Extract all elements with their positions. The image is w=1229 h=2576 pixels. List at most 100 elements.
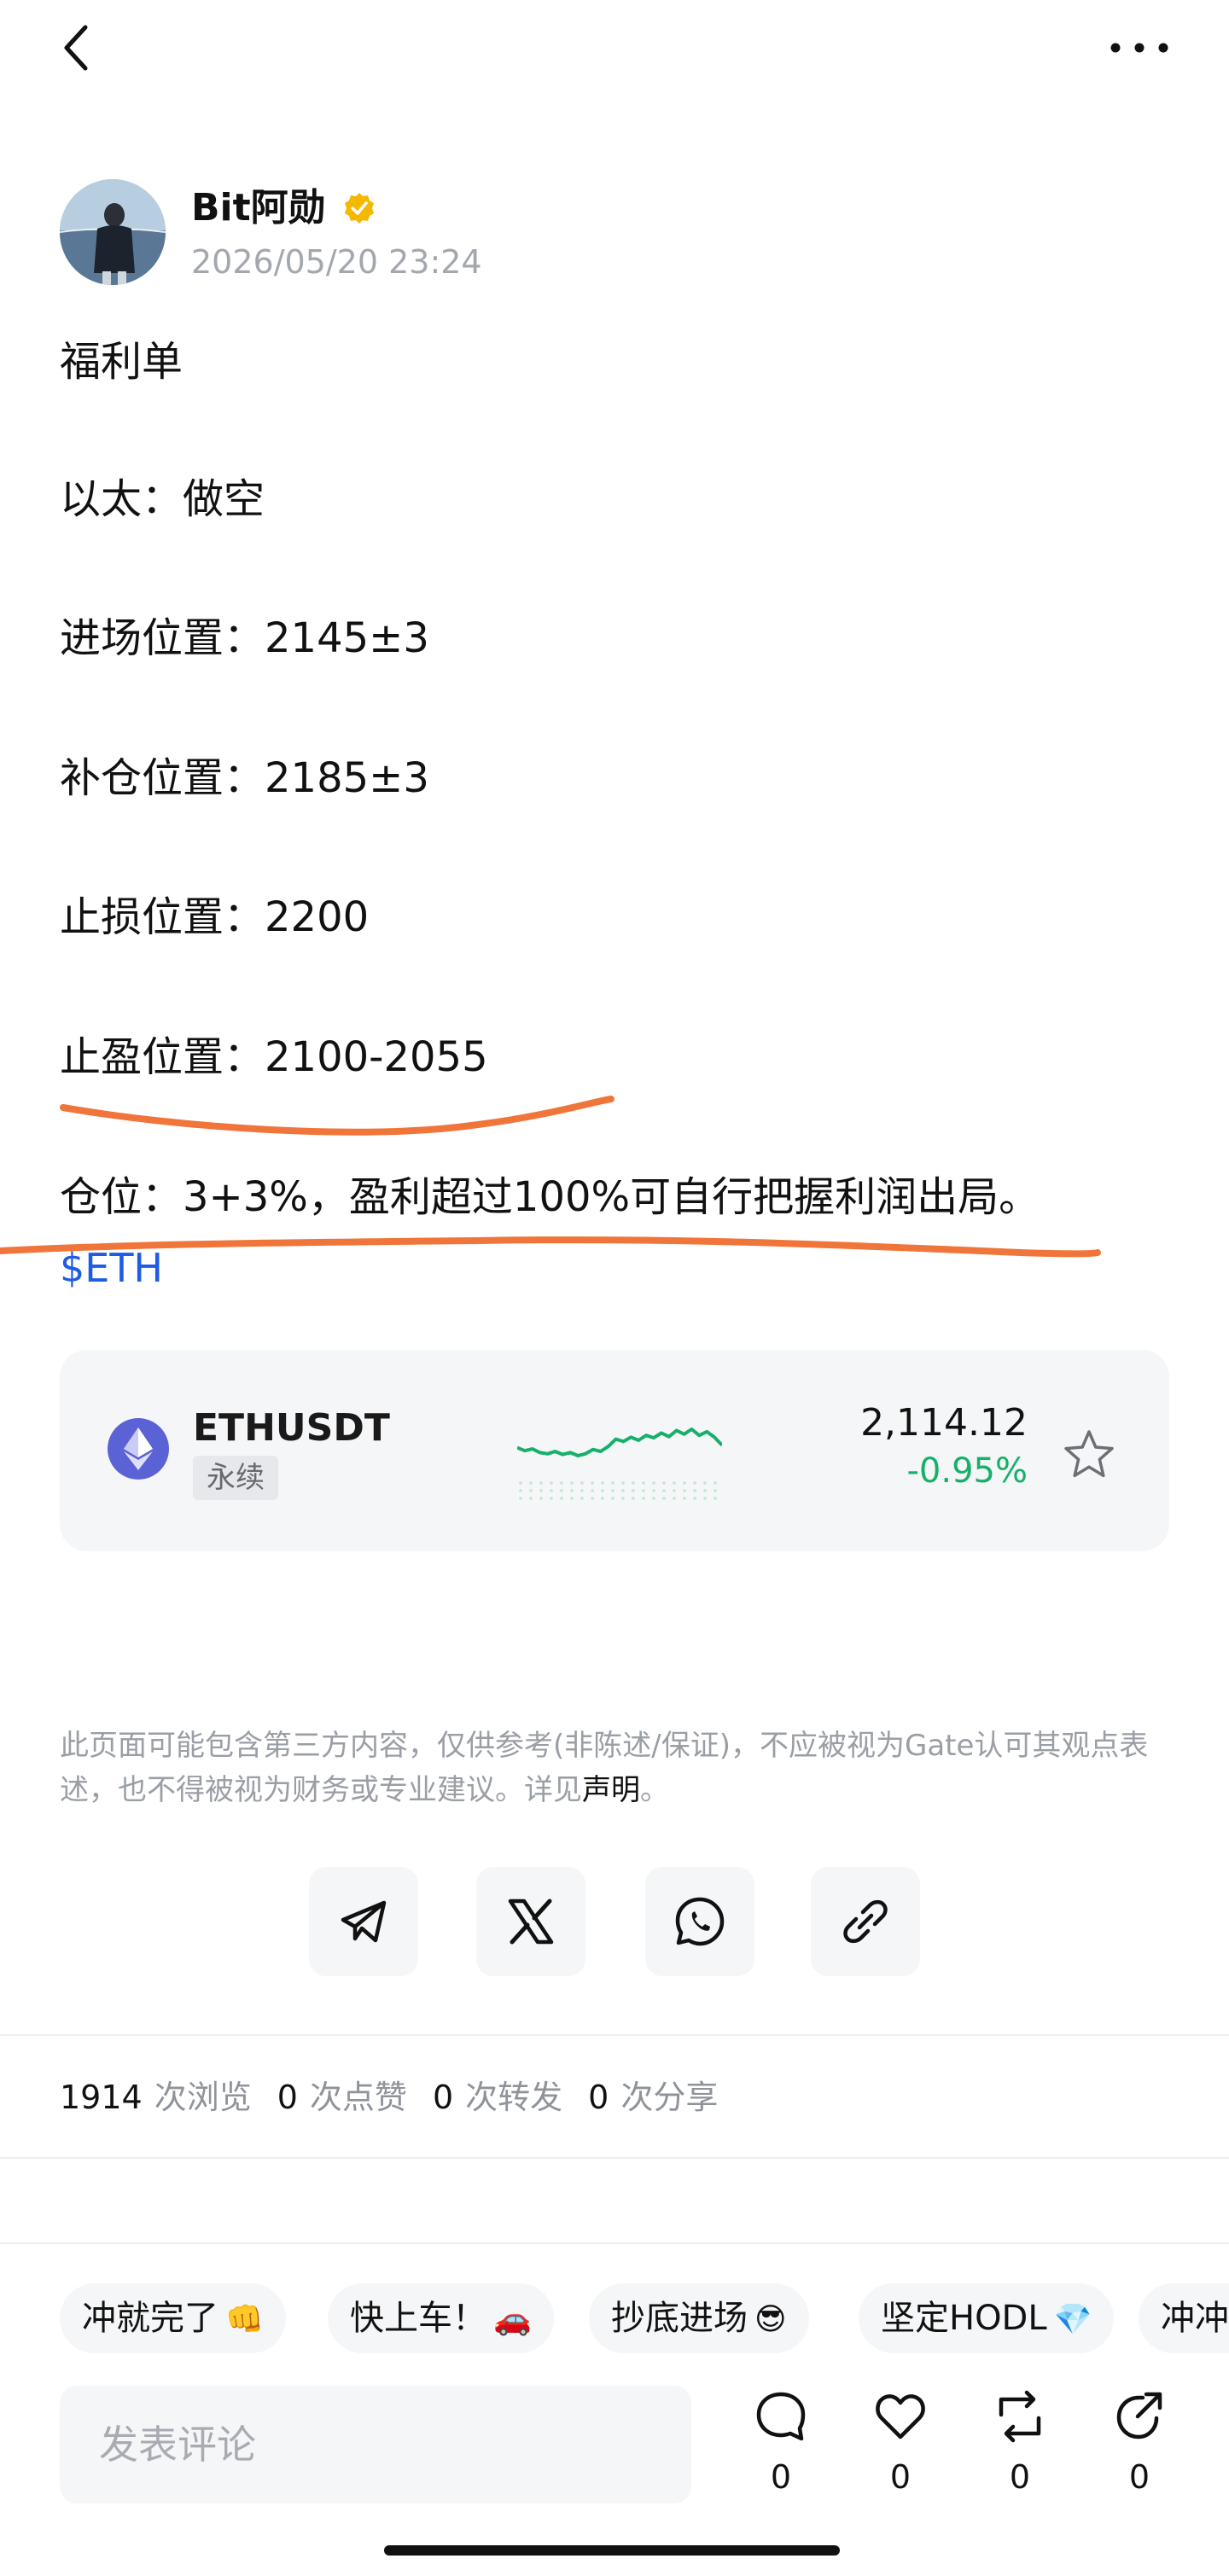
- sparkline-dot: [693, 1481, 696, 1485]
- sparkline-dot: [611, 1489, 614, 1492]
- like-action[interactable]: 0: [853, 2389, 947, 2509]
- quick-reply-chip[interactable]: 坚定HODL 💎: [859, 2283, 1115, 2353]
- sparkline-dot: [642, 1497, 645, 1500]
- sparkline-dot: [580, 1481, 584, 1485]
- sparkline-dot: [632, 1481, 635, 1485]
- post-line: 止损位置：2200: [60, 893, 370, 941]
- sparkline-dot: [621, 1481, 625, 1485]
- sparkline-dot: [703, 1481, 707, 1485]
- post-line: 止盈位置：2100-2055: [60, 1033, 488, 1081]
- avatar[interactable]: [60, 179, 166, 285]
- post-line: 补仓位置：2185±3: [60, 754, 429, 802]
- sparkline-dot: [560, 1481, 563, 1485]
- sparkline-dot: [550, 1481, 553, 1485]
- sparkline-dot: [703, 1497, 707, 1500]
- post-line: 进场位置：2145±3: [60, 614, 429, 662]
- market-card[interactable]: ETHUSDT 永续 2,114.12 -0.95%: [60, 1350, 1169, 1551]
- quick-reply-chip[interactable]: 冲就完了 👊: [60, 2283, 286, 2353]
- sparkline-dot: [570, 1481, 574, 1485]
- sparkline-dot: [539, 1497, 543, 1500]
- chip-label: 快上车！: [350, 2299, 486, 2338]
- views-count: 1914: [60, 2079, 143, 2116]
- sparkline-dot: [550, 1489, 553, 1492]
- sparkline-dot: [683, 1489, 686, 1492]
- sparkline-dot: [601, 1497, 604, 1500]
- sparkline-dot: [601, 1481, 604, 1485]
- eth-tag-link[interactable]: $ETH: [60, 1242, 163, 1294]
- ethereum-icon: [108, 1418, 169, 1480]
- sparkline-dot: [560, 1489, 563, 1492]
- comment-bubble-icon: [756, 2392, 806, 2441]
- sparkline-dot: [652, 1497, 655, 1500]
- sparkline-dot: [591, 1497, 594, 1500]
- link-icon: [843, 1899, 888, 1944]
- post-line: 仓位：3+3%，盈利超过100%可自行把握利润出局。: [60, 1173, 1040, 1221]
- avatar-image: [60, 179, 166, 285]
- reposts-count: 0: [432, 2079, 454, 2116]
- comment-count: 0: [770, 2458, 792, 2496]
- sparkline-dot: [591, 1481, 594, 1485]
- shares-label: 次分享: [620, 2079, 719, 2116]
- telegram-icon: [341, 1900, 387, 1943]
- likes-count: 0: [277, 2079, 298, 2116]
- chevron-left-icon: [64, 25, 88, 71]
- sparkline-dot: [683, 1481, 686, 1485]
- gem-emoji: 💎: [1053, 2302, 1092, 2337]
- star-icon[interactable]: [1060, 1427, 1118, 1485]
- more-dots-icon: [1110, 43, 1168, 53]
- price-change: -0.95%: [906, 1451, 1028, 1491]
- car-emoji: 🚗: [493, 2302, 532, 2337]
- share-whatsapp-button[interactable]: [645, 1867, 754, 1976]
- sparkline-dot: [591, 1489, 594, 1492]
- sparkline-dot: [693, 1497, 696, 1500]
- sparkline-dot: [580, 1489, 584, 1492]
- share-action[interactable]: 0: [1092, 2389, 1186, 2509]
- sparkline-dot: [550, 1497, 553, 1500]
- sparkline-dot: [529, 1497, 533, 1500]
- comment-input[interactable]: 发表评论: [60, 2386, 691, 2503]
- back-button[interactable]: [43, 14, 111, 82]
- sparkline-dot: [611, 1481, 614, 1485]
- sparkline-dot: [621, 1497, 625, 1500]
- chip-label: 坚定HODL: [881, 2299, 1047, 2338]
- x-icon: [508, 1899, 554, 1945]
- author-name[interactable]: Bit阿勋: [191, 183, 326, 234]
- sparkline-dot: [673, 1489, 676, 1492]
- quick-reply-chip[interactable]: 冲冲: [1139, 2283, 1229, 2353]
- home-indicator: [384, 2545, 840, 2556]
- sparkline-dot: [714, 1481, 717, 1485]
- sparkline-dot: [529, 1489, 533, 1492]
- comment-action[interactable]: 0: [734, 2389, 828, 2509]
- price-sparkline: [517, 1428, 722, 1500]
- perpetual-badge: 永续: [193, 1456, 278, 1500]
- sparkline-dot: [519, 1481, 522, 1485]
- fist-emoji: 👊: [225, 2302, 264, 2337]
- sparkline-dot: [529, 1481, 533, 1485]
- chip-label: 冲冲: [1161, 2299, 1229, 2338]
- sparkline-dot: [652, 1489, 655, 1492]
- more-options-button[interactable]: [1092, 14, 1186, 82]
- repost-action[interactable]: 0: [973, 2389, 1067, 2509]
- whatsapp-icon: [675, 1897, 725, 1946]
- disclaimer: 此页面可能包含第三方内容，仅供参考(非陈述/保证)，不应被视为Gate认可其观点…: [60, 1724, 1178, 1812]
- disclaimer-end: 。: [640, 1773, 669, 1807]
- share-x-button[interactable]: [476, 1867, 585, 1976]
- sparkline-dot: [632, 1489, 635, 1492]
- sparkline-dot: [703, 1489, 707, 1492]
- sparkline-dot: [621, 1489, 625, 1492]
- post-timestamp: 2026/05/20 23:24: [191, 243, 482, 281]
- sparkline-dot: [673, 1481, 676, 1485]
- share-telegram-button[interactable]: [309, 1867, 418, 1976]
- copy-link-button[interactable]: [811, 1867, 920, 1976]
- sparkline-dot: [662, 1481, 666, 1485]
- quick-reply-chip[interactable]: 抄底进场 😎: [589, 2283, 809, 2353]
- sparkline-dot: [693, 1489, 696, 1492]
- quick-reply-chip[interactable]: 快上车！ 🚗: [328, 2283, 554, 2353]
- sparkline-dot: [642, 1489, 645, 1492]
- sparkline-line: [517, 1428, 722, 1457]
- sparkline-dot: [611, 1497, 614, 1500]
- sparkline-dot: [580, 1497, 584, 1500]
- sparkline-dot: [652, 1481, 655, 1485]
- disclaimer-link[interactable]: 声明: [582, 1773, 640, 1807]
- sparkline-dot: [560, 1497, 563, 1500]
